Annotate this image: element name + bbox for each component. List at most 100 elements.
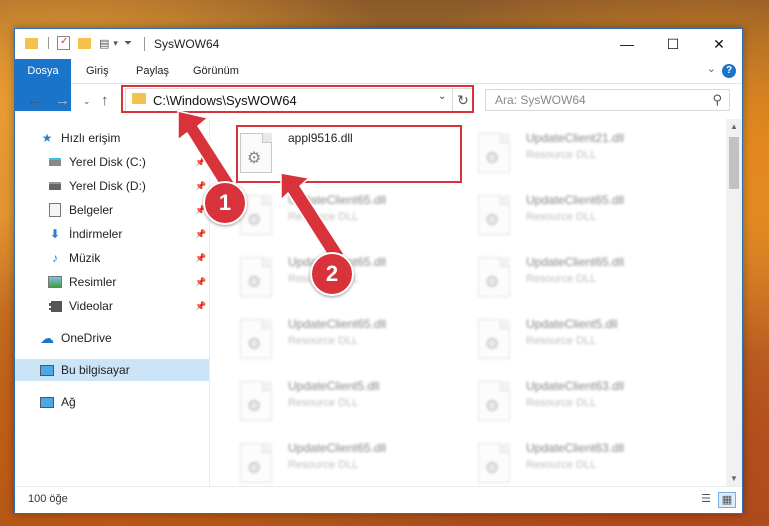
file-item[interactable]: ⚙ UpdateClient5.dll Resource DLL bbox=[478, 313, 708, 365]
minimize-button[interactable]: — bbox=[604, 29, 650, 59]
file-name: UpdateClient63.dll bbox=[526, 441, 625, 455]
vertical-scrollbar[interactable]: ▲ ▼ bbox=[726, 119, 742, 487]
help-icon[interactable]: ? bbox=[722, 64, 736, 78]
sidebar-item-downloads[interactable]: ⬇ İndirmeler 📌 bbox=[15, 223, 209, 245]
drive-icon bbox=[48, 156, 62, 168]
gear-icon: ⚙ bbox=[485, 274, 500, 291]
dll-file-icon: ⚙ bbox=[240, 257, 272, 297]
sidebar-item-music[interactable]: ♪ Müzik 📌 bbox=[15, 247, 209, 269]
file-desc: Resource DLL bbox=[526, 149, 597, 161]
close-button[interactable]: ✕ bbox=[696, 29, 742, 59]
pin-icon[interactable]: 📌 bbox=[195, 181, 206, 192]
dll-file-icon: ⚙ bbox=[478, 195, 510, 235]
file-item[interactable]: ⚙ UpdateClient65.dll Resource DLL bbox=[478, 251, 708, 303]
file-name: UpdateClient5.dll bbox=[288, 379, 380, 393]
file-item[interactable]: ⚙ UpdateClient65.dll Resource DLL bbox=[240, 437, 470, 487]
documents-icon bbox=[48, 203, 62, 217]
sidebar-item-network[interactable]: Ağ bbox=[15, 391, 209, 413]
file-desc: Resource DLL bbox=[526, 273, 597, 285]
sidebar-item-local-disk-c[interactable]: Yerel Disk (C:) 📌 bbox=[15, 151, 209, 173]
pin-icon[interactable]: 📌 bbox=[195, 301, 206, 312]
download-icon: ⬇ bbox=[49, 227, 61, 241]
window-title: SysWOW64 bbox=[154, 37, 220, 51]
video-icon bbox=[48, 300, 62, 312]
sidebar-item-label: Bu bilgisayar bbox=[61, 363, 130, 377]
address-highlight bbox=[121, 85, 474, 113]
step-1-badge: 1 bbox=[203, 181, 247, 225]
file-desc: Resource DLL bbox=[288, 459, 359, 471]
sidebar-item-documents[interactable]: Belgeler 📌 bbox=[15, 199, 209, 221]
dropdown-icon[interactable]: ▾ bbox=[113, 38, 118, 49]
file-item[interactable]: ⚙ UpdateClient65.dll Resource DLL bbox=[478, 189, 708, 241]
sidebar-item-label: OneDrive bbox=[61, 331, 112, 345]
sidebar-item-label: Belgeler bbox=[69, 203, 114, 217]
item-count: 100 öğe bbox=[28, 493, 68, 505]
sidebar-item-onedrive[interactable]: ☁ OneDrive bbox=[15, 327, 209, 349]
sidebar-item-pictures[interactable]: Resimler 📌 bbox=[15, 271, 209, 293]
search-input[interactable]: Ara: SysWOW64 bbox=[495, 93, 586, 107]
details-view-icon[interactable]: ☰ bbox=[698, 492, 714, 506]
ribbon: Dosya Giriş Paylaş Görünüm ⌄ ? bbox=[15, 59, 742, 111]
file-item[interactable]: ⚙ UpdateClient65.dll Resource DLL bbox=[240, 189, 470, 241]
dll-file-icon: ⚙ bbox=[240, 443, 272, 483]
scroll-thumb[interactable] bbox=[729, 137, 739, 189]
forward-icon[interactable]: → bbox=[55, 92, 70, 109]
gear-icon: ⚙ bbox=[485, 398, 500, 415]
file-desc: Resource DLL bbox=[526, 397, 597, 409]
up-icon[interactable]: ↑ bbox=[101, 92, 109, 109]
file-item[interactable]: ⚙ UpdateClient63.dll Resource DLL bbox=[478, 375, 708, 427]
dll-file-icon: ⚙ bbox=[240, 319, 272, 359]
maximize-button[interactable]: ☐ bbox=[650, 29, 696, 59]
step-2-badge: 2 bbox=[310, 252, 354, 296]
search-box[interactable]: Ara: SysWOW64 ⚲ bbox=[485, 89, 730, 111]
file-desc: Resource DLL bbox=[526, 459, 597, 471]
tab-share[interactable]: Paylaş bbox=[136, 59, 169, 83]
pin-icon[interactable]: 📌 bbox=[195, 229, 206, 240]
expand-ribbon-icon[interactable]: ⌄ bbox=[707, 62, 716, 75]
sidebar-item-quick-access[interactable]: ★ Hızlı erişim bbox=[15, 127, 209, 149]
back-icon[interactable]: ← bbox=[27, 92, 42, 109]
file-item[interactable]: ⚙ UpdateClient65.dll Resource DLL bbox=[240, 251, 470, 303]
divider bbox=[48, 37, 49, 49]
customize-icon[interactable]: ⏷ bbox=[124, 38, 132, 49]
file-item[interactable]: ⚙ UpdateClient65.dll Resource DLL bbox=[240, 313, 470, 365]
gear-icon: ⚙ bbox=[485, 460, 500, 477]
tab-view[interactable]: Görünüm bbox=[193, 59, 239, 83]
sidebar-item-label: Resimler bbox=[69, 275, 117, 289]
properties-icon[interactable]: ✓ bbox=[57, 36, 70, 50]
gear-icon: ⚙ bbox=[485, 336, 500, 353]
file-desc: Resource DLL bbox=[526, 335, 597, 347]
gear-icon: ⚙ bbox=[247, 336, 262, 353]
sidebar-item-label: Videolar bbox=[69, 299, 113, 313]
gear-icon: ⚙ bbox=[247, 274, 262, 291]
file-name: UpdateClient65.dll bbox=[288, 441, 387, 455]
explorer-window: ✓ ▤ ▾ ⏷ SysWOW64 — ☐ ✕ Dosya Giriş Payla… bbox=[14, 28, 743, 514]
folder-icon[interactable] bbox=[25, 37, 38, 49]
file-name: UpdateClient65.dll bbox=[526, 255, 625, 269]
sidebar-item-local-disk-d[interactable]: Yerel Disk (D:) 📌 bbox=[15, 175, 209, 197]
sidebar-item-label: Yerel Disk (D:) bbox=[69, 179, 146, 193]
maximize-icon: ☐ bbox=[666, 35, 680, 52]
new-folder-icon[interactable] bbox=[78, 37, 91, 49]
pin-icon[interactable]: 📌 bbox=[195, 253, 206, 264]
dll-file-icon: ⚙ bbox=[478, 133, 510, 173]
view-options-icon[interactable]: ▤ bbox=[99, 37, 109, 50]
file-item[interactable]: ⚙ UpdateClient21.dll Resource DLL bbox=[478, 127, 708, 179]
search-icon: ⚲ bbox=[712, 92, 722, 107]
minimize-icon: — bbox=[620, 36, 634, 52]
scroll-down-icon[interactable]: ▼ bbox=[726, 471, 742, 487]
tab-home[interactable]: Giriş bbox=[86, 59, 109, 83]
large-icons-view-icon[interactable]: ▦ bbox=[718, 492, 736, 508]
gear-icon: ⚙ bbox=[485, 150, 500, 167]
sidebar-item-this-pc[interactable]: Bu bilgisayar bbox=[15, 359, 209, 381]
sidebar-item-videos[interactable]: Videolar 📌 bbox=[15, 295, 209, 317]
pin-icon[interactable]: 📌 bbox=[195, 157, 206, 168]
pin-icon[interactable]: 📌 bbox=[195, 277, 206, 288]
gear-icon: ⚙ bbox=[485, 212, 500, 229]
scroll-up-icon[interactable]: ▲ bbox=[726, 119, 742, 135]
recent-locations-icon[interactable]: ⌄ bbox=[83, 96, 91, 107]
gear-icon: ⚙ bbox=[247, 398, 262, 415]
file-item[interactable]: ⚙ UpdateClient63.dll Resource DLL bbox=[478, 437, 708, 487]
gear-icon: ⚙ bbox=[247, 460, 262, 477]
file-item[interactable]: ⚙ UpdateClient5.dll Resource DLL bbox=[240, 375, 470, 427]
